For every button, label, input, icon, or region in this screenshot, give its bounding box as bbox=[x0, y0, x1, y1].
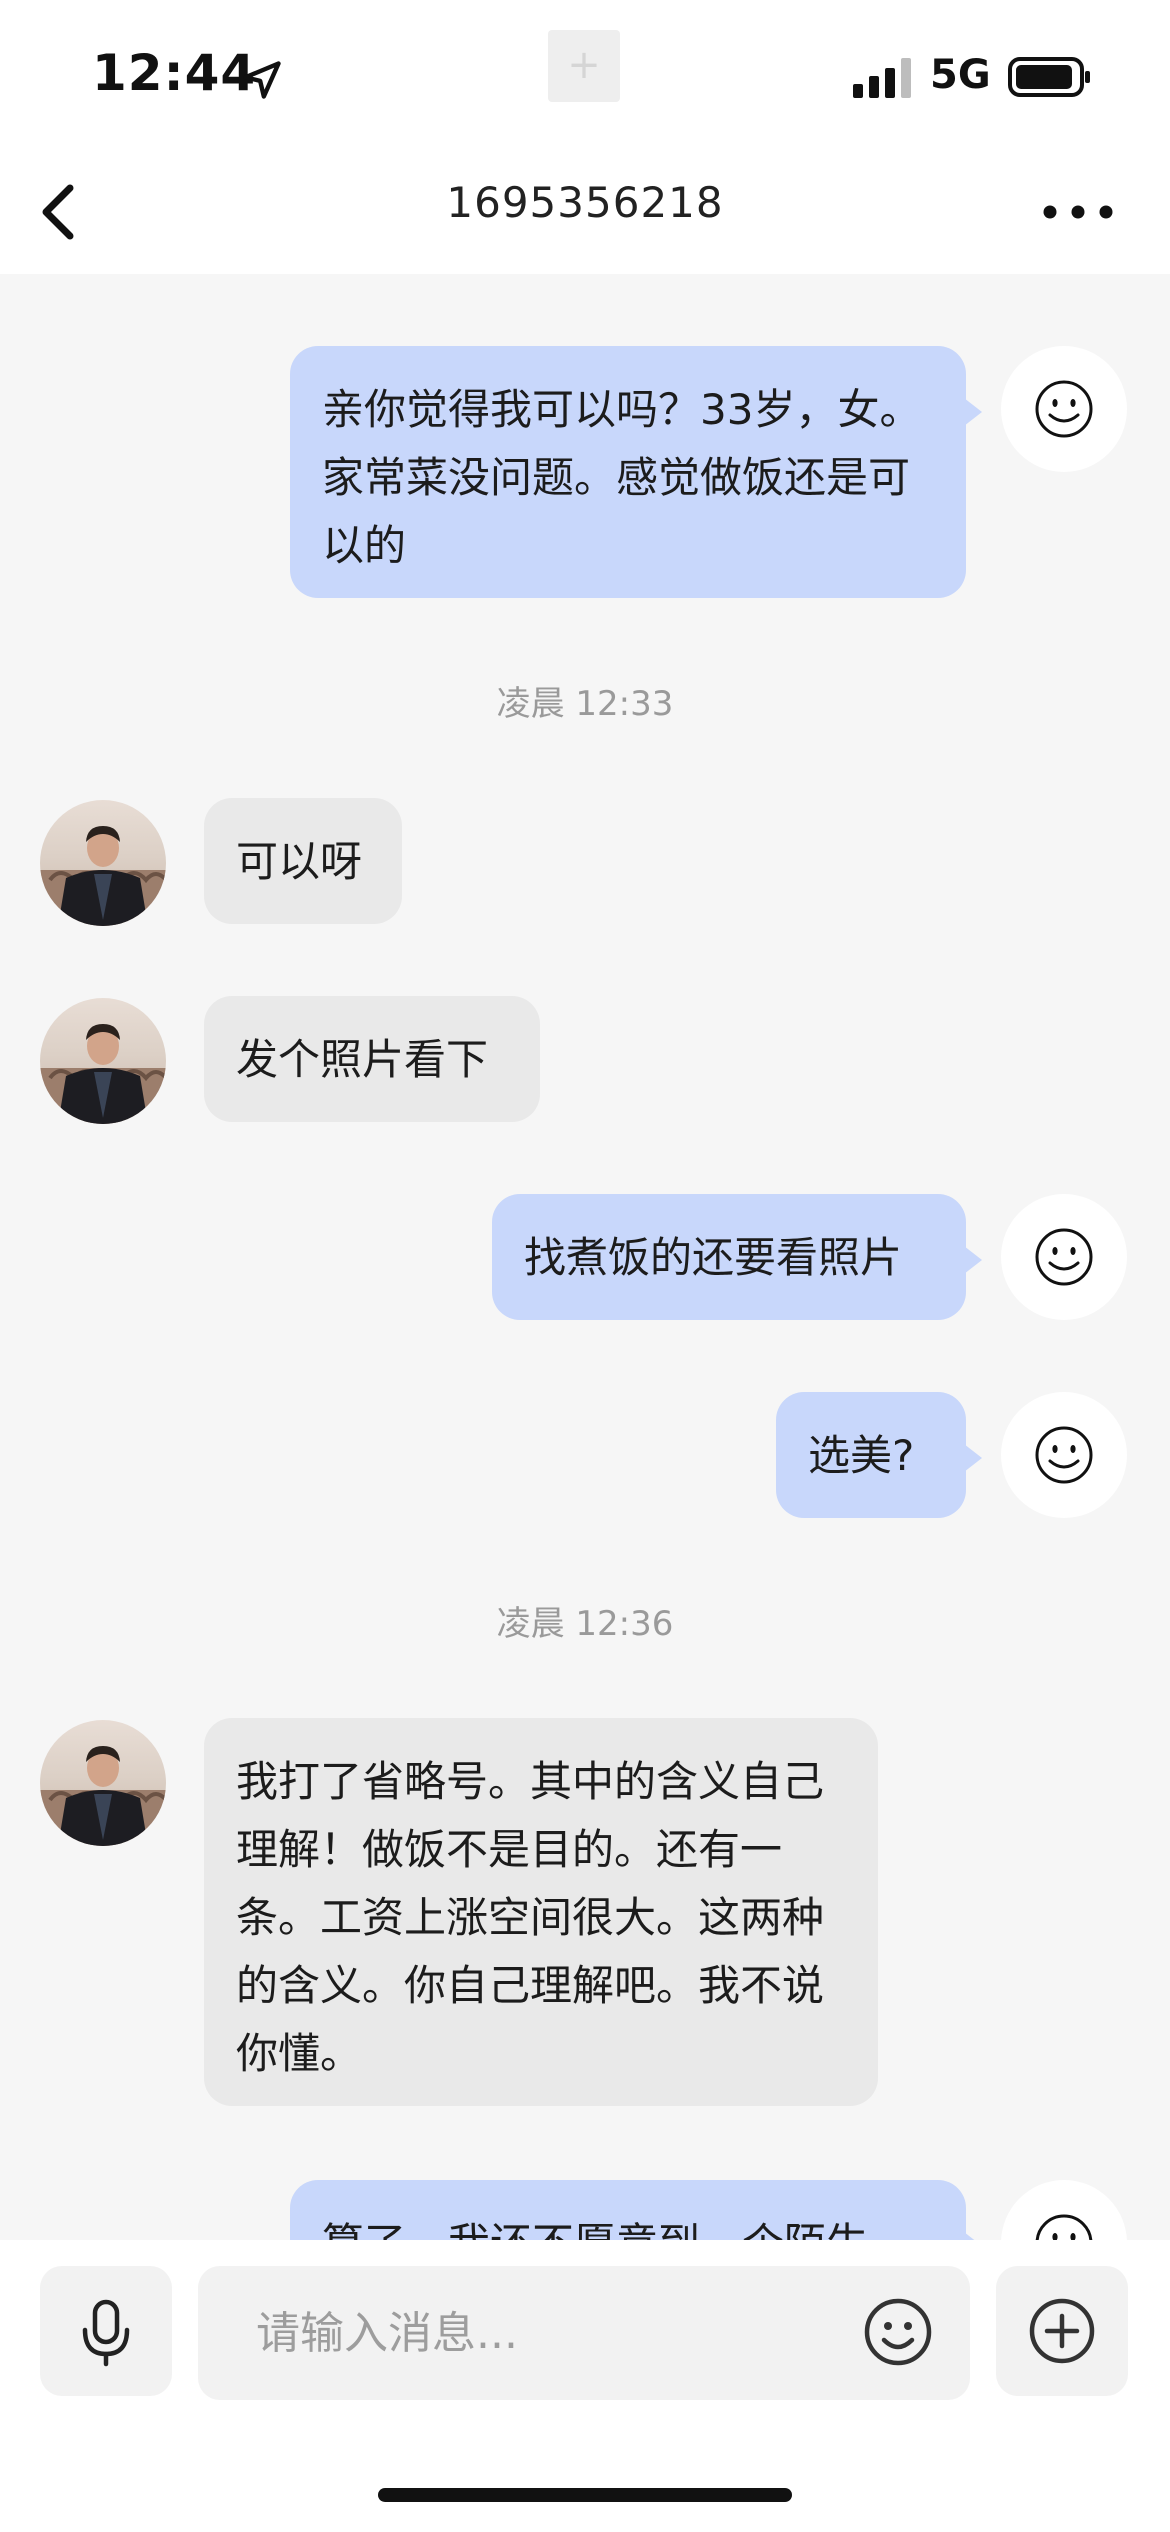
message-text: 找煮饭的还要看照片 bbox=[524, 1233, 903, 1282]
status-time: 12:44 bbox=[92, 44, 257, 102]
center-glyph: + bbox=[548, 30, 620, 102]
microphone-icon bbox=[82, 2299, 130, 2367]
emoji-icon[interactable] bbox=[862, 2296, 934, 2368]
contact-photo bbox=[40, 826, 166, 926]
page-title: 1695356218 bbox=[446, 178, 724, 227]
message-bubble-received[interactable]: 发个照片看下 bbox=[204, 996, 540, 1122]
message-bubble-sent[interactable]: 亲你觉得我可以吗？33岁，女。家常菜没问题。感觉做饭还是可以的 bbox=[290, 346, 982, 598]
my-avatar[interactable] bbox=[1001, 1194, 1127, 1320]
message-bubble-sent[interactable]: 算了，我还不愿意到一个陌生 bbox=[290, 2180, 982, 2240]
contact-photo bbox=[40, 1746, 166, 1846]
message-bubble-received[interactable]: 我打了省略号。其中的含义自己理解！做饭不是目的。还有一条。工资上涨空间很大。这两… bbox=[204, 1718, 878, 2106]
message-text: 亲你觉得我可以吗？33岁，女。家常菜没问题。感觉做饭还是可以的 bbox=[322, 385, 922, 570]
smiley-face-icon bbox=[1035, 1228, 1093, 1286]
contact-avatar[interactable] bbox=[40, 998, 166, 1124]
message-input[interactable] bbox=[198, 2266, 970, 2400]
message-text: 可以呀 bbox=[236, 837, 363, 886]
message-list[interactable]: 亲你觉得我可以吗？33岁，女。家常菜没问题。感觉做饭还是可以的 凌晨 12:33… bbox=[0, 274, 1170, 2240]
message-text: 我打了省略号。其中的含义自己理解！做饭不是目的。还有一条。工资上涨空间很大。这两… bbox=[236, 1757, 825, 2078]
message-bubble-sent[interactable]: 选美? bbox=[776, 1392, 982, 1518]
battery-icon bbox=[1008, 57, 1090, 97]
smiley-face-icon bbox=[1035, 2214, 1093, 2240]
signal-icon bbox=[853, 58, 911, 98]
timestamp: 凌晨 12:33 bbox=[496, 684, 674, 724]
location-arrow-icon bbox=[243, 61, 281, 99]
message-bubble-received[interactable]: 可以呀 bbox=[204, 798, 402, 924]
my-avatar[interactable] bbox=[1001, 1392, 1127, 1518]
my-avatar[interactable] bbox=[1001, 346, 1127, 472]
message-bubble-sent[interactable]: 找煮饭的还要看照片 bbox=[492, 1194, 982, 1320]
input-bar bbox=[0, 2240, 1170, 2532]
message-text: 算了，我还不愿意到一个陌生 bbox=[322, 2219, 868, 2240]
message-text: 选美? bbox=[808, 1431, 915, 1480]
contact-avatar[interactable] bbox=[40, 1720, 166, 1846]
plus-circle-icon bbox=[1029, 2298, 1095, 2364]
smiley-face-icon bbox=[1035, 380, 1093, 438]
more-dots-icon[interactable] bbox=[1040, 202, 1116, 222]
status-bar: 12:44 + 5G bbox=[0, 0, 1170, 150]
contact-avatar[interactable] bbox=[40, 800, 166, 926]
plus-button[interactable] bbox=[996, 2266, 1128, 2396]
timestamp: 凌晨 12:36 bbox=[496, 1604, 674, 1644]
contact-photo bbox=[40, 1024, 166, 1124]
home-indicator bbox=[378, 2488, 792, 2502]
message-text: 发个照片看下 bbox=[236, 1035, 489, 1084]
smiley-face-icon bbox=[1035, 1426, 1093, 1484]
my-avatar[interactable] bbox=[1001, 2180, 1127, 2240]
voice-button[interactable] bbox=[40, 2266, 172, 2396]
network-type: 5G bbox=[930, 52, 991, 98]
nav-bar: 1695356218 bbox=[0, 150, 1170, 274]
